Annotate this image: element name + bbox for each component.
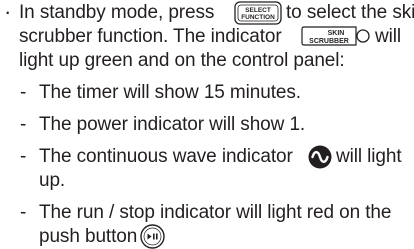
list-item-3-text-2: will light — [336, 146, 402, 167]
intro-text-1: In standby mode, press — [19, 2, 215, 23]
skin-scrubber-indicator-icon: SKIN SCRUBBER — [301, 26, 370, 46]
instruction-page: · In standby mode, press SELECT FUNCTION… — [0, 0, 414, 249]
list-item-4-text-1: The run / stop indicator will light red … — [39, 202, 392, 223]
select-function-button-icon: SELECT FUNCTION — [234, 1, 282, 25]
list-item-3-text-3: up. — [39, 170, 66, 191]
skin-scrubber-label-2: SCRUBBER — [309, 38, 349, 45]
select-function-label-1: SELECT — [245, 7, 271, 14]
intro-text-2: to select the skin — [286, 2, 414, 23]
intro-text-5: light up green and on the control panel: — [19, 50, 345, 71]
dash-marker-4: - — [20, 202, 27, 223]
list-item-3-text-1: The continuous wave indicator — [39, 146, 293, 167]
bullet-marker: · — [4, 0, 12, 24]
skin-scrubber-label-1: SKIN — [328, 30, 345, 37]
run-stop-button-icon — [140, 224, 165, 249]
intro-text-4: will — [375, 26, 401, 47]
continuous-wave-icon — [308, 145, 332, 169]
intro-text-3: scrubber function. The indicator — [19, 26, 282, 47]
list-item-2: The power indicator will show 1. — [39, 114, 306, 135]
list-item-1: The timer will show 15 minutes. — [39, 82, 301, 103]
list-item-4-text-2: push button — [39, 226, 138, 247]
indicator-light-icon — [356, 29, 370, 43]
select-function-label-2: FUNCTION — [241, 14, 275, 21]
dash-marker-3: - — [20, 146, 27, 167]
dash-marker-2: - — [20, 114, 27, 135]
dash-marker-1: - — [20, 82, 27, 103]
